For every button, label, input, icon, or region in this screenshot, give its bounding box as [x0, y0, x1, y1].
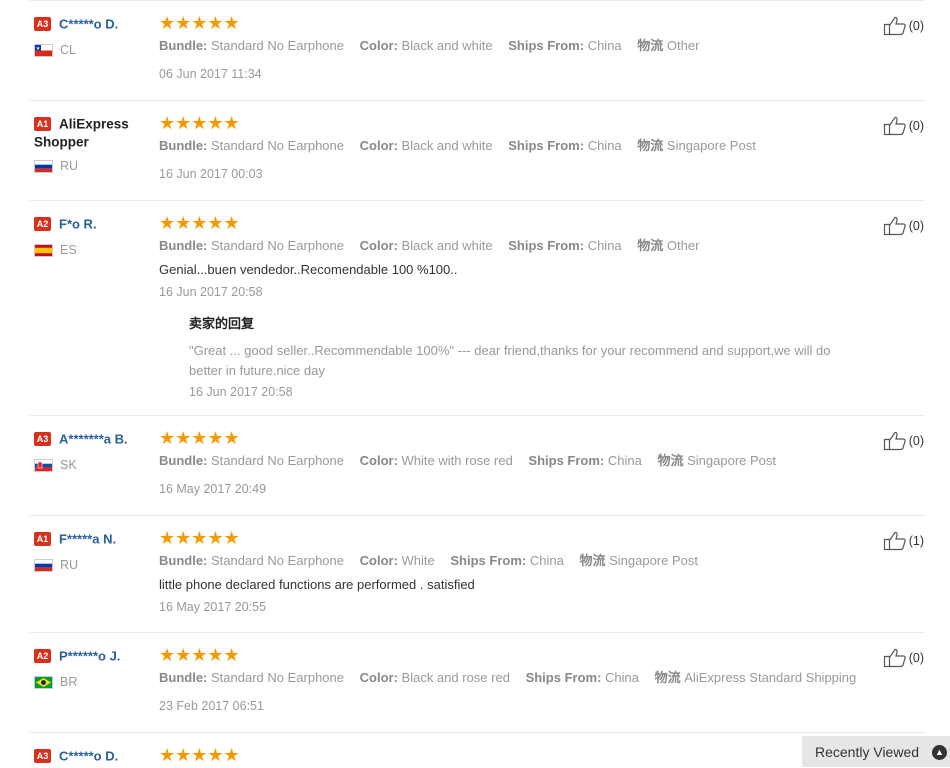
helpful-button[interactable]: (0)	[883, 16, 924, 36]
review-date: 16 May 2017 20:49	[159, 482, 267, 496]
review-content: ★★★★★ Bundle: Standard No Earphone Color…	[159, 646, 864, 713]
reviewer-name[interactable]: A*******a B.	[59, 431, 128, 446]
reviewer-country: CL	[34, 43, 158, 57]
reviewer-country: SK	[34, 458, 158, 472]
order-info: Bundle: Standard No Earphone Color: Blac…	[159, 670, 857, 685]
review-date: 16 May 2017 20:55	[159, 600, 267, 614]
rating-stars: ★★★★★	[159, 528, 240, 548]
reviewer-info: A1 F*****a N. RU	[34, 530, 158, 572]
review-content: ★★★★★ Bundle: Standard No Earphone Color…	[159, 529, 864, 614]
rating-stars: ★★★★★	[159, 213, 240, 233]
reviewer-name[interactable]: F*o R.	[59, 216, 97, 231]
reviewer-name[interactable]: P******o J.	[59, 648, 120, 663]
thumbs-up-icon	[883, 531, 906, 551]
flag-ru-icon	[34, 159, 53, 173]
order-info: Bundle: Standard No Earphone Color: Blac…	[159, 38, 700, 53]
recently-viewed-label: Recently Viewed	[815, 743, 920, 760]
review-date: 23 Feb 2017 06:51	[159, 699, 264, 713]
reviewer-info: A1 AliExpress Shopper RU	[34, 115, 158, 173]
order-info: Bundle: Standard No Earphone Color: Blac…	[159, 138, 756, 153]
reviewer-name[interactable]: C*****o D.	[59, 16, 118, 31]
helpful-button[interactable]: (0)	[883, 431, 924, 451]
buyer-level-badge: A2	[34, 216, 51, 231]
flag-es-icon	[34, 243, 53, 257]
reviewer-country: RU	[34, 558, 158, 572]
review-content: ★★★★★ Bundle: Standard No Earphone Color…	[159, 429, 864, 496]
seller-reply-date: 16 Jun 2017 20:58	[189, 385, 293, 399]
review-item: A3 A*******a B. SK ★★★★★ Bundle: Standard…	[30, 415, 924, 516]
review-item: A1 F*****a N. RU ★★★★★ Bundle: Standard N…	[30, 515, 924, 633]
helpful-button[interactable]: (0)	[883, 216, 924, 236]
helpful-button[interactable]: (1)	[883, 531, 924, 551]
flag-br-icon	[34, 675, 53, 689]
buyer-level-badge: A1	[34, 116, 51, 131]
seller-reply-text: "Great ... good seller..Recommendable 10…	[189, 343, 831, 378]
reviewer-country: ES	[34, 243, 158, 257]
rating-stars: ★★★★★	[159, 13, 240, 33]
buyer-level-badge: A1	[34, 531, 51, 546]
reviewer-name[interactable]: C*****o D.	[59, 748, 118, 763]
review-date: 16 Jun 2017 20:58	[159, 285, 263, 299]
buyer-level-badge: A3	[34, 431, 51, 446]
rating-stars: ★★★★★	[159, 113, 240, 133]
review-item: A1 AliExpress Shopper RU ★★★★★ Bundle: St…	[30, 100, 924, 201]
review-content: ★★★★★	[159, 746, 864, 764]
reviewer-info: A3 C*****o D.	[34, 747, 158, 765]
flag-cl-icon	[34, 43, 53, 57]
thumbs-up-icon	[883, 16, 906, 36]
reviewer-info: A2 F*o R. ES	[34, 215, 158, 257]
feedback-list: A3 C*****o D. CL ★★★★★ Bundle: Standard N…	[0, 0, 950, 767]
rating-stars: ★★★★★	[159, 645, 240, 665]
review-date: 06 Jun 2017 11:34	[159, 67, 262, 81]
order-info: Bundle: Standard No Earphone Color: Whit…	[159, 553, 698, 568]
review-date: 16 Jun 2017 00:03	[159, 167, 263, 181]
review-item: A2 F*o R. ES ★★★★★ Bundle: Standard No Ea…	[30, 200, 924, 416]
reviewer-info: A3 A*******a B. SK	[34, 430, 158, 472]
chevron-up-icon: ▲	[932, 745, 947, 760]
review-text: Genial...buen vendedor..Recomendable 100…	[159, 262, 458, 277]
review-item: A2 P******o J. BR ★★★★★ Bundle: Standard …	[30, 632, 924, 733]
thumbs-up-icon	[883, 648, 906, 668]
seller-reply: 卖家的回复 "Great ... good seller..Recommenda…	[189, 313, 864, 399]
rating-stars: ★★★★★	[159, 745, 240, 765]
reviewer-info: A3 C*****o D. CL	[34, 15, 158, 57]
review-content: ★★★★★ Bundle: Standard No Earphone Color…	[159, 14, 864, 81]
buyer-level-badge: A2	[34, 648, 51, 663]
review-item: A3 C*****o D. CL ★★★★★ Bundle: Standard N…	[30, 0, 924, 101]
order-info: Bundle: Standard No Earphone Color: Blac…	[159, 238, 700, 253]
review-content: ★★★★★ Bundle: Standard No Earphone Color…	[159, 214, 864, 399]
thumbs-up-icon	[883, 116, 906, 136]
recently-viewed-button[interactable]: Recently Viewed ▲	[802, 736, 950, 767]
flag-sk-icon	[34, 458, 53, 472]
reviewer-country: RU	[34, 159, 158, 173]
helpful-button[interactable]: (0)	[883, 648, 924, 668]
buyer-level-badge: A3	[34, 748, 51, 763]
review-item: A3 C*****o D. ★★★★★	[30, 732, 924, 768]
review-content: ★★★★★ Bundle: Standard No Earphone Color…	[159, 114, 864, 181]
review-text: little phone declared functions are perf…	[159, 577, 475, 592]
thumbs-up-icon	[883, 431, 906, 451]
reviewer-info: A2 P******o J. BR	[34, 647, 158, 689]
rating-stars: ★★★★★	[159, 428, 240, 448]
flag-ru-icon	[34, 558, 53, 572]
reviewer-country: BR	[34, 675, 158, 689]
buyer-level-badge: A3	[34, 16, 51, 31]
order-info: Bundle: Standard No Earphone Color: Whit…	[159, 453, 777, 468]
reviewer-name[interactable]: F*****a N.	[59, 531, 116, 546]
helpful-button[interactable]: (0)	[883, 116, 924, 136]
seller-reply-title: 卖家的回复	[189, 317, 255, 332]
thumbs-up-icon	[883, 216, 906, 236]
